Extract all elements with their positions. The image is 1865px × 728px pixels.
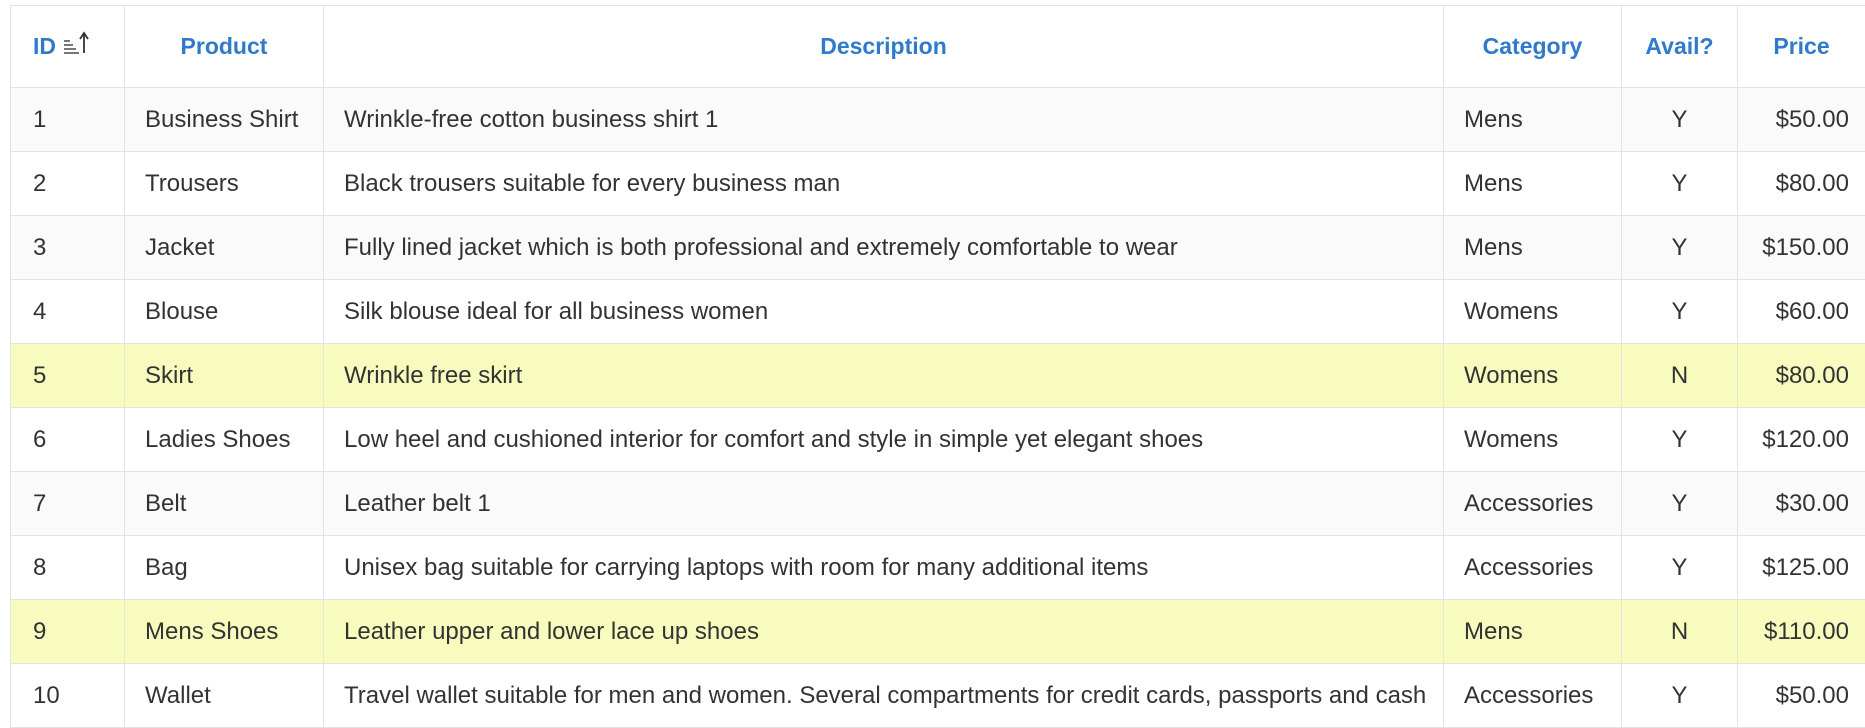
cell-price: $110.00 bbox=[1738, 600, 1865, 664]
cell-category: Accessories bbox=[1444, 472, 1622, 536]
cell-available: Y bbox=[1622, 408, 1738, 472]
cell-id: 8 bbox=[11, 536, 125, 600]
cell-product: Business Shirt bbox=[125, 88, 324, 152]
cell-id: 9 bbox=[11, 600, 125, 664]
cell-category: Womens bbox=[1444, 280, 1622, 344]
header-row: ID Product Description Category Avail? P… bbox=[11, 6, 1865, 88]
cell-description: Leather belt 1 bbox=[324, 472, 1444, 536]
cell-product: Belt bbox=[125, 472, 324, 536]
table-row[interactable]: 10WalletTravel wallet suitable for men a… bbox=[11, 664, 1865, 728]
cell-price: $60.00 bbox=[1738, 280, 1865, 344]
cell-category: Accessories bbox=[1444, 536, 1622, 600]
cell-available: Y bbox=[1622, 280, 1738, 344]
cell-id: 3 bbox=[11, 216, 125, 280]
table-row[interactable]: 3JacketFully lined jacket which is both … bbox=[11, 216, 1865, 280]
cell-id: 10 bbox=[11, 664, 125, 728]
cell-category: Mens bbox=[1444, 152, 1622, 216]
column-header-available[interactable]: Avail? bbox=[1622, 6, 1738, 88]
cell-description: Unisex bag suitable for carrying laptops… bbox=[324, 536, 1444, 600]
cell-category: Mens bbox=[1444, 88, 1622, 152]
cell-id: 2 bbox=[11, 152, 125, 216]
cell-id: 1 bbox=[11, 88, 125, 152]
cell-available: Y bbox=[1622, 536, 1738, 600]
cell-description: Silk blouse ideal for all business women bbox=[324, 280, 1444, 344]
cell-price: $50.00 bbox=[1738, 664, 1865, 728]
table-row[interactable]: 9Mens ShoesLeather upper and lower lace … bbox=[11, 600, 1865, 664]
cell-description: Wrinkle free skirt bbox=[324, 344, 1444, 408]
column-header-description[interactable]: Description bbox=[324, 6, 1444, 88]
cell-description: Black trousers suitable for every busine… bbox=[324, 152, 1444, 216]
cell-product: Bag bbox=[125, 536, 324, 600]
cell-description: Fully lined jacket which is both profess… bbox=[324, 216, 1444, 280]
cell-category: Womens bbox=[1444, 344, 1622, 408]
table-body: 1Business ShirtWrinkle-free cotton busin… bbox=[11, 88, 1865, 728]
column-header-label: ID bbox=[33, 33, 56, 59]
cell-available: Y bbox=[1622, 664, 1738, 728]
cell-description: Low heel and cushioned interior for comf… bbox=[324, 408, 1444, 472]
cell-id: 4 bbox=[11, 280, 125, 344]
cell-category: Mens bbox=[1444, 600, 1622, 664]
cell-product: Mens Shoes bbox=[125, 600, 324, 664]
cell-price: $120.00 bbox=[1738, 408, 1865, 472]
cell-category: Accessories bbox=[1444, 664, 1622, 728]
table-header: ID Product Description Category Avail? P… bbox=[11, 6, 1865, 88]
cell-price: $30.00 bbox=[1738, 472, 1865, 536]
cell-price: $80.00 bbox=[1738, 152, 1865, 216]
cell-category: Mens bbox=[1444, 216, 1622, 280]
cell-id: 5 bbox=[11, 344, 125, 408]
cell-available: Y bbox=[1622, 152, 1738, 216]
cell-product: Wallet bbox=[125, 664, 324, 728]
cell-available: Y bbox=[1622, 216, 1738, 280]
column-header-id[interactable]: ID bbox=[11, 6, 125, 88]
cell-price: $80.00 bbox=[1738, 344, 1865, 408]
cell-available: N bbox=[1622, 344, 1738, 408]
cell-available: Y bbox=[1622, 472, 1738, 536]
cell-available: Y bbox=[1622, 88, 1738, 152]
products-table: ID Product Description Category Avail? P… bbox=[10, 5, 1865, 728]
cell-description: Travel wallet suitable for men and women… bbox=[324, 664, 1444, 728]
table-row[interactable]: 7BeltLeather belt 1AccessoriesY$30.00 bbox=[11, 472, 1865, 536]
cell-available: N bbox=[1622, 600, 1738, 664]
cell-price: $125.00 bbox=[1738, 536, 1865, 600]
table-row[interactable]: 6Ladies ShoesLow heel and cushioned inte… bbox=[11, 408, 1865, 472]
cell-category: Womens bbox=[1444, 408, 1622, 472]
cell-id: 6 bbox=[11, 408, 125, 472]
table-row[interactable]: 2TrousersBlack trousers suitable for eve… bbox=[11, 152, 1865, 216]
table-row[interactable]: 5SkirtWrinkle free skirtWomensN$80.00 bbox=[11, 344, 1865, 408]
cell-product: Blouse bbox=[125, 280, 324, 344]
cell-description: Leather upper and lower lace up shoes bbox=[324, 600, 1444, 664]
cell-price: $50.00 bbox=[1738, 88, 1865, 152]
column-header-price[interactable]: Price bbox=[1738, 6, 1865, 88]
table-row[interactable]: 1Business ShirtWrinkle-free cotton busin… bbox=[11, 88, 1865, 152]
sort-ascending-icon bbox=[62, 31, 90, 63]
cell-product: Skirt bbox=[125, 344, 324, 408]
table-row[interactable]: 4BlouseSilk blouse ideal for all busines… bbox=[11, 280, 1865, 344]
cell-product: Trousers bbox=[125, 152, 324, 216]
cell-product: Ladies Shoes bbox=[125, 408, 324, 472]
cell-price: $150.00 bbox=[1738, 216, 1865, 280]
column-header-product[interactable]: Product bbox=[125, 6, 324, 88]
table-row[interactable]: 8BagUnisex bag suitable for carrying lap… bbox=[11, 536, 1865, 600]
column-header-category[interactable]: Category bbox=[1444, 6, 1622, 88]
cell-product: Jacket bbox=[125, 216, 324, 280]
cell-description: Wrinkle-free cotton business shirt 1 bbox=[324, 88, 1444, 152]
cell-id: 7 bbox=[11, 472, 125, 536]
